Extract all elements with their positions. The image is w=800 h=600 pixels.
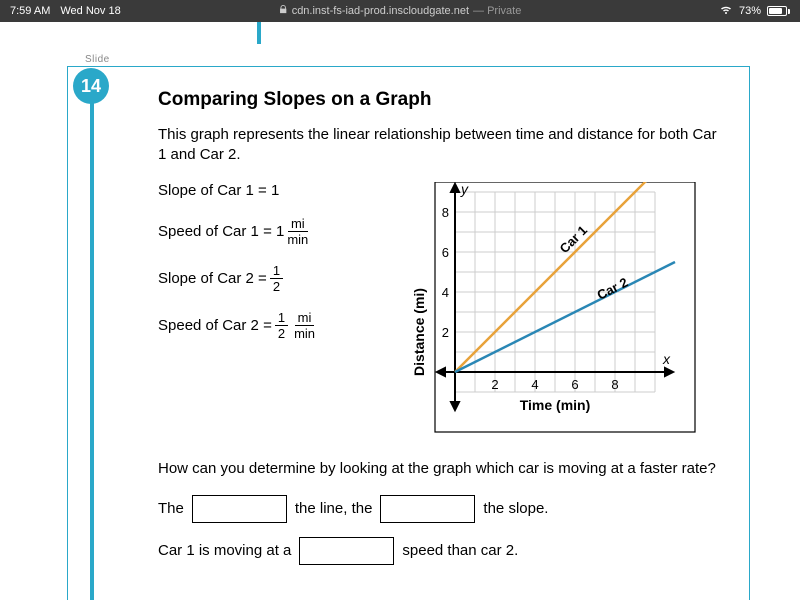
url-text: cdn.inst-fs-iad-prod.inscloudgate.net	[292, 5, 469, 17]
label-car1: Car 1	[556, 222, 590, 256]
y-tick-labels: 2 4 6 8	[441, 205, 448, 340]
formula-slope-car2: Slope of Car 2 = 1 2	[158, 264, 368, 293]
formula-speed-car1: Speed of Car 1 = 1 mi min	[158, 217, 368, 246]
x-axis-label: Time (min)	[519, 397, 590, 413]
chart-container: Car 1 Car 2 y x 2 4 6 8 2	[388, 182, 721, 442]
status-date: Wed Nov 18	[60, 5, 120, 17]
line-chart: Car 1 Car 2 y x 2 4 6 8 2	[410, 182, 700, 442]
slide-label: Slide	[85, 54, 110, 65]
label-car2: Car 2	[594, 274, 630, 302]
fill-in-row-1: The the line, the the slope.	[158, 495, 721, 523]
formula-speed-car2: Speed of Car 2 = 1 2 mi min	[158, 311, 368, 340]
decorative-stub	[257, 22, 261, 44]
content-panel: Comparing Slopes on a Graph This graph r…	[67, 66, 750, 600]
series-car2	[455, 262, 675, 372]
fraction-icon: 1 2	[270, 264, 283, 293]
x-axis-var: x	[662, 351, 671, 367]
svg-text:6: 6	[441, 245, 448, 260]
formula-slope-car1: Slope of Car 1 = 1	[158, 182, 368, 199]
browser-url-bar: cdn.inst-fs-iad-prod.inscloudgate.net — …	[279, 5, 522, 17]
blank-input-3[interactable]	[299, 537, 394, 565]
battery-percent: 73%	[739, 5, 761, 17]
blank-input-2[interactable]	[380, 495, 475, 523]
fraction-icon: mi min	[294, 311, 315, 340]
y-axis-var: y	[460, 182, 469, 197]
fill-in-row-2: Car 1 is moving at a speed than car 2.	[158, 537, 721, 565]
svg-text:4: 4	[441, 285, 448, 300]
slide-number-badge: 14	[73, 68, 109, 104]
page-background: Slide 14 Comparing Slopes on a Graph Thi…	[0, 22, 800, 600]
ios-status-bar: 7:59 AM Wed Nov 18 cdn.inst-fs-iad-prod.…	[0, 0, 800, 22]
formula-list: Slope of Car 1 = 1 Speed of Car 1 = 1 mi…	[158, 182, 368, 442]
blank-input-1[interactable]	[192, 495, 287, 523]
fraction-icon: 1 2	[275, 311, 288, 340]
lock-icon	[279, 5, 288, 17]
svg-text:6: 6	[571, 377, 578, 392]
url-suffix: — Private	[473, 5, 521, 17]
battery-icon	[767, 6, 790, 16]
svg-text:4: 4	[531, 377, 538, 392]
svg-text:2: 2	[441, 325, 448, 340]
svg-text:2: 2	[491, 377, 498, 392]
wifi-icon	[719, 3, 733, 20]
intro-text: This graph represents the linear relatio…	[158, 125, 721, 166]
gridlines	[455, 192, 655, 392]
svg-text:8: 8	[611, 377, 618, 392]
fraction-icon: mi min	[287, 217, 308, 246]
status-time: 7:59 AM	[10, 5, 50, 17]
y-axis-label: Distance (mi)	[411, 288, 427, 376]
page-title: Comparing Slopes on a Graph	[158, 89, 721, 111]
question-text: How can you determine by looking at the …	[158, 460, 721, 477]
svg-text:8: 8	[441, 205, 448, 220]
